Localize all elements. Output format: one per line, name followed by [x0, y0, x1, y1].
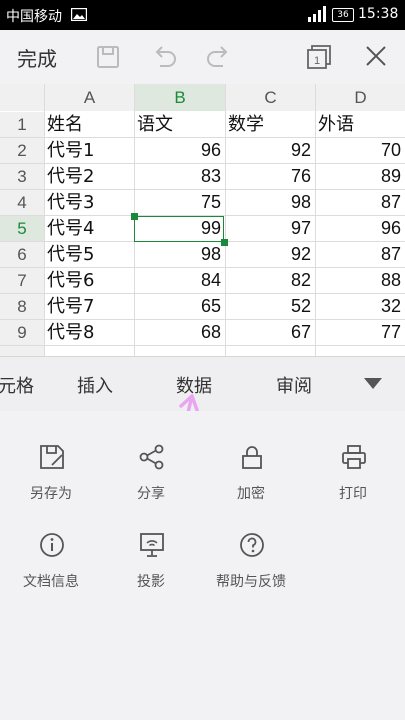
tab-insert[interactable]: 插入 — [77, 372, 113, 398]
info-icon — [40, 533, 64, 557]
table-cell[interactable]: 代号8 — [45, 320, 132, 345]
projection-icon — [140, 533, 164, 557]
svg-text:1: 1 — [314, 55, 320, 67]
table-cell[interactable]: 82 — [226, 268, 313, 293]
document-info-button[interactable]: 文档信息 — [6, 531, 96, 601]
battery-level: 36 — [337, 10, 349, 20]
status-bar: 中国移动 36 15:38 — [0, 0, 405, 30]
table-cell[interactable]: 89 — [316, 164, 403, 189]
table-cell[interactable]: 32 — [316, 294, 403, 319]
top-toolbar: 完成 1 — [0, 30, 405, 84]
selection-handle-top[interactable] — [131, 213, 138, 220]
table-cell[interactable]: 姓名 — [45, 112, 132, 137]
signal-icon — [308, 6, 326, 22]
print-icon — [342, 445, 366, 469]
row-header[interactable]: 4 — [0, 190, 44, 215]
row-header[interactable]: 3 — [0, 164, 44, 189]
table-cell[interactable]: 70 — [316, 138, 403, 163]
table-cell[interactable]: 代号3 — [45, 190, 132, 215]
table-cell[interactable]: 外语 — [316, 112, 403, 137]
table-cell[interactable]: 代号1 — [45, 138, 132, 163]
table-cell[interactable]: 92 — [226, 138, 313, 163]
close-icon[interactable] — [364, 44, 388, 68]
column-header-a[interactable]: A — [45, 84, 134, 111]
table-cell[interactable]: 67 — [226, 320, 313, 345]
table-cell[interactable]: 87 — [316, 242, 403, 267]
undo-icon[interactable] — [150, 44, 178, 70]
row-header[interactable]: 7 — [0, 268, 44, 293]
clock: 15:38 — [358, 6, 399, 22]
lock-icon — [242, 446, 262, 469]
table-cell[interactable]: 98 — [135, 242, 223, 267]
more-tabs-chevron-icon[interactable] — [364, 378, 382, 390]
table-cell[interactable]: 代号6 — [45, 268, 132, 293]
projection-button[interactable]: 投影 — [106, 531, 196, 601]
share-label: 分享 — [137, 486, 165, 502]
tab-review[interactable]: 审阅 — [276, 372, 312, 398]
help-icon — [240, 533, 264, 557]
column-header-d[interactable]: D — [316, 84, 405, 111]
table-cell[interactable]: 96 — [135, 138, 223, 163]
row-header[interactable]: 2 — [0, 138, 44, 163]
table-cell[interactable]: 87 — [316, 190, 403, 215]
row-header[interactable]: 6 — [0, 242, 44, 267]
redo-icon[interactable] — [205, 44, 233, 70]
share-icon — [139, 444, 164, 470]
image-notification-icon — [71, 8, 87, 21]
encrypt-button[interactable]: 加密 — [206, 443, 296, 513]
carrier-name: 中国移动 — [6, 9, 62, 25]
table-cell[interactable]: 代号7 — [45, 294, 132, 319]
save-as-button[interactable]: 另存为 — [6, 443, 96, 513]
table-cell[interactable]: 83 — [135, 164, 223, 189]
selected-cell-outline — [134, 216, 224, 242]
document-info-label: 文档信息 — [23, 574, 79, 590]
table-cell[interactable]: 语文 — [135, 112, 223, 137]
table-cell[interactable]: 代号4 — [45, 216, 132, 241]
table-cell[interactable]: 数学 — [226, 112, 313, 137]
done-button[interactable]: 完成 — [17, 43, 57, 72]
spreadsheet-grid[interactable]: A B C D 1 姓名 语文 数学 外语 2 代号1 96 92 70 3 代号2 83 76 89 4 代号… — [0, 84, 405, 356]
table-cell[interactable]: 76 — [226, 164, 313, 189]
table-cell[interactable]: 52 — [226, 294, 313, 319]
table-cell[interactable]: 84 — [135, 268, 223, 293]
table-cell[interactable]: 代号2 — [45, 164, 132, 189]
row-header[interactable]: 9 — [0, 320, 44, 345]
corner-header[interactable] — [0, 84, 44, 111]
row-header[interactable]: 8 — [0, 294, 44, 319]
save-icon[interactable] — [95, 44, 121, 70]
file-tools-panel: 另存为 分享 加密 打印 文档信息 投影 帮助与反馈 — [0, 411, 405, 720]
table-cell[interactable]: 97 — [226, 216, 313, 241]
table-cell[interactable]: 96 — [316, 216, 403, 241]
row-header[interactable]: 5 — [0, 216, 44, 241]
table-cell[interactable]: 75 — [135, 190, 223, 215]
row-header-partial — [0, 346, 44, 356]
encrypt-label: 加密 — [237, 486, 265, 502]
help-feedback-label: 帮助与反馈 — [216, 574, 286, 590]
table-cell[interactable]: 68 — [135, 320, 223, 345]
row-header[interactable]: 1 — [0, 112, 44, 137]
print-label: 打印 — [339, 486, 367, 502]
projection-label: 投影 — [137, 574, 165, 590]
save-as-icon — [40, 445, 64, 469]
battery-icon: 36 — [332, 8, 354, 22]
table-cell[interactable]: 65 — [135, 294, 223, 319]
column-header-c[interactable]: C — [226, 84, 315, 111]
column-header-b[interactable]: B — [135, 84, 225, 111]
share-button[interactable]: 分享 — [106, 443, 196, 513]
table-cell[interactable]: 92 — [226, 242, 313, 267]
print-button[interactable]: 打印 — [308, 443, 398, 513]
tab-cell[interactable]: 元格 — [0, 372, 34, 398]
window-switch-icon[interactable]: 1 — [306, 44, 332, 70]
table-cell[interactable]: 88 — [316, 268, 403, 293]
save-as-label: 另存为 — [30, 486, 72, 502]
table-cell[interactable]: 代号5 — [45, 242, 132, 267]
help-feedback-button[interactable]: 帮助与反馈 — [206, 531, 296, 601]
selection-handle-bottom[interactable] — [221, 239, 228, 246]
table-cell[interactable]: 77 — [316, 320, 403, 345]
table-cell[interactable]: 98 — [226, 190, 313, 215]
